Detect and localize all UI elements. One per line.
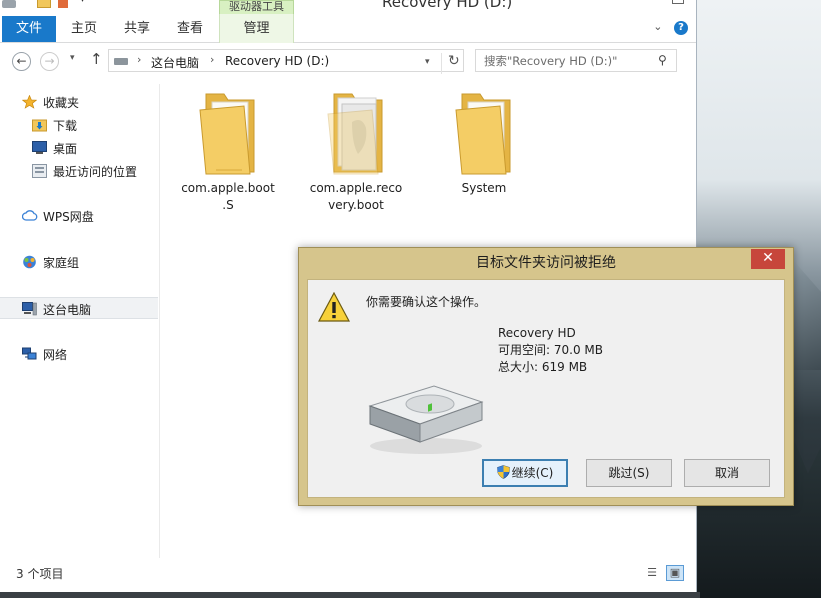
free-space: 可用空间: 70.0 MB bbox=[498, 343, 603, 357]
drive-icon bbox=[114, 58, 128, 65]
address-bar[interactable]: › 这台电脑 › Recovery HD (D:) ▾ ↻ bbox=[108, 49, 464, 74]
hard-drive-icon bbox=[364, 376, 488, 456]
breadcrumb-separator-icon[interactable]: › bbox=[137, 53, 141, 66]
back-button[interactable]: ← bbox=[12, 52, 31, 71]
close-button[interactable]: ✕ bbox=[751, 249, 785, 269]
sidebar-item-label: 网络 bbox=[43, 348, 68, 362]
sidebar-item-label: 这台电脑 bbox=[43, 303, 92, 317]
file-label-line: .S bbox=[222, 198, 234, 212]
details-view-icon[interactable]: ☰ bbox=[643, 565, 661, 581]
breadcrumb-this-pc[interactable]: 这台电脑 bbox=[151, 54, 199, 71]
tab-manage[interactable]: 管理 bbox=[219, 14, 294, 43]
dialog-title: 目标文件夹访问被拒绝 bbox=[476, 255, 616, 271]
continue-button-label: 继续(C) bbox=[511, 466, 554, 480]
drive-icon[interactable] bbox=[2, 0, 16, 8]
folder-icon bbox=[194, 88, 262, 176]
sidebar-item-desktop[interactable]: 桌面 bbox=[0, 137, 158, 159]
drive-name: Recovery HD bbox=[498, 326, 576, 340]
access-denied-dialog: 目标文件夹访问被拒绝 ✕ 你需要确认这个操作。 Recovery HD 可用空间… bbox=[298, 247, 794, 506]
cloud-icon bbox=[21, 209, 38, 222]
folder-item-system[interactable]: System bbox=[434, 88, 534, 197]
tab-home[interactable]: 主页 bbox=[60, 14, 108, 43]
file-label: System bbox=[434, 180, 534, 197]
forward-button[interactable]: → bbox=[40, 52, 59, 71]
dialog-body: 你需要确认这个操作。 Recovery HD 可用空间: 70.0 MB 总大小… bbox=[307, 279, 785, 498]
ribbon-tab-bar: 驱动器工具 文件 主页 共享 查看 管理 ⌄ ? bbox=[0, 0, 696, 43]
file-label: com.apple.boot .S bbox=[178, 180, 278, 214]
sidebar-item-label: 收藏夹 bbox=[43, 96, 80, 110]
new-folder-icon[interactable] bbox=[37, 0, 51, 8]
file-label-line: very.boot bbox=[328, 198, 384, 212]
refresh-icon[interactable]: ↻ bbox=[441, 53, 460, 74]
search-icon[interactable]: ⚲ bbox=[658, 53, 667, 67]
taskbar-edge bbox=[0, 592, 700, 598]
continue-button[interactable]: 继续(C) bbox=[482, 459, 568, 487]
sidebar-item-downloads[interactable]: 下载 bbox=[0, 114, 158, 136]
file-label-line: com.apple.boot bbox=[181, 181, 275, 195]
folder-item-com-apple-boot-s[interactable]: com.apple.boot .S bbox=[178, 88, 278, 214]
sidebar-item-label: 最近访问的位置 bbox=[53, 165, 138, 179]
sidebar-item-this-pc[interactable]: 这台电脑 bbox=[0, 297, 158, 319]
sidebar-item-label: 下载 bbox=[53, 119, 78, 133]
help-icon[interactable]: ? bbox=[674, 21, 688, 35]
search-input[interactable] bbox=[476, 50, 651, 71]
skip-button[interactable]: 跳过(S) bbox=[586, 459, 672, 487]
sidebar-item-label: 桌面 bbox=[53, 142, 78, 156]
navigation-bar: ← → ▾ ↑ › 这台电脑 › Recovery HD (D:) ▾ ↻ ⚲ bbox=[0, 44, 696, 78]
item-count: 3 个项目 bbox=[16, 567, 64, 581]
folder-item-com-apple-recovery-boot[interactable]: com.apple.reco very.boot bbox=[306, 88, 406, 214]
recent-places-icon bbox=[32, 164, 47, 178]
sidebar-item-label: WPS网盘 bbox=[43, 210, 94, 224]
folder-icon bbox=[450, 88, 518, 176]
ribbon-collapse-icon[interactable]: ⌄ bbox=[653, 20, 662, 33]
contextual-tab-group-label: 驱动器工具 bbox=[219, 0, 294, 14]
maximize-button[interactable] bbox=[672, 0, 684, 4]
downloads-folder-icon bbox=[32, 118, 47, 132]
recent-locations-dropdown-icon[interactable]: ▾ bbox=[70, 53, 75, 63]
status-bar: 3 个项目 ☰ ▣ bbox=[0, 558, 696, 588]
ribbon-controls: ⌄ ? bbox=[653, 20, 688, 35]
tab-file[interactable]: 文件 bbox=[2, 16, 56, 42]
drive-info: Recovery HD 可用空间: 70.0 MB 总大小: 619 MB bbox=[498, 325, 603, 376]
star-icon bbox=[21, 94, 38, 109]
sidebar-item-label: 家庭组 bbox=[43, 256, 80, 270]
navigation-pane: 收藏夹 下载 桌面 最近访问的位置 WPS网盘 家庭组 这台电脑 网络 bbox=[0, 84, 160, 558]
properties-icon[interactable] bbox=[58, 0, 68, 8]
sidebar-item-favorites[interactable]: 收藏夹 bbox=[0, 91, 158, 113]
desktop-icon bbox=[32, 141, 47, 154]
breadcrumb-separator-icon[interactable]: › bbox=[210, 53, 214, 66]
folder-icon bbox=[322, 88, 390, 176]
uac-shield-icon bbox=[496, 463, 510, 479]
file-label-line: System bbox=[461, 181, 507, 195]
quick-access-dropdown-icon[interactable]: ▾ bbox=[80, 0, 85, 5]
sidebar-item-recent-places[interactable]: 最近访问的位置 bbox=[0, 160, 158, 182]
large-icons-view-icon[interactable]: ▣ bbox=[666, 565, 684, 581]
file-label-line: com.apple.reco bbox=[309, 181, 403, 195]
sidebar-item-network[interactable]: 网络 bbox=[0, 343, 158, 365]
address-history-dropdown-icon[interactable]: ▾ bbox=[425, 57, 430, 67]
window-title: Recovery HD (D:) bbox=[382, 0, 513, 11]
cancel-button[interactable]: 取消 bbox=[684, 459, 770, 487]
sidebar-item-homegroup[interactable]: 家庭组 bbox=[0, 251, 158, 273]
tab-view[interactable]: 查看 bbox=[164, 14, 216, 43]
dialog-message: 你需要确认这个操作。 bbox=[366, 295, 487, 309]
computer-icon bbox=[22, 302, 37, 316]
tab-share[interactable]: 共享 bbox=[112, 14, 162, 43]
network-icon bbox=[22, 347, 37, 360]
total-size: 总大小: 619 MB bbox=[498, 360, 588, 374]
warning-icon bbox=[317, 291, 351, 322]
title-bar: ▾ Recovery HD (D:) bbox=[0, 0, 696, 14]
breadcrumb-current-drive[interactable]: Recovery HD (D:) bbox=[225, 54, 329, 68]
up-button[interactable]: ↑ bbox=[90, 50, 103, 68]
search-box[interactable]: ⚲ bbox=[475, 49, 677, 72]
file-label: com.apple.reco very.boot bbox=[306, 180, 406, 214]
homegroup-icon bbox=[22, 255, 36, 269]
sidebar-item-wps-cloud[interactable]: WPS网盘 bbox=[0, 205, 158, 227]
